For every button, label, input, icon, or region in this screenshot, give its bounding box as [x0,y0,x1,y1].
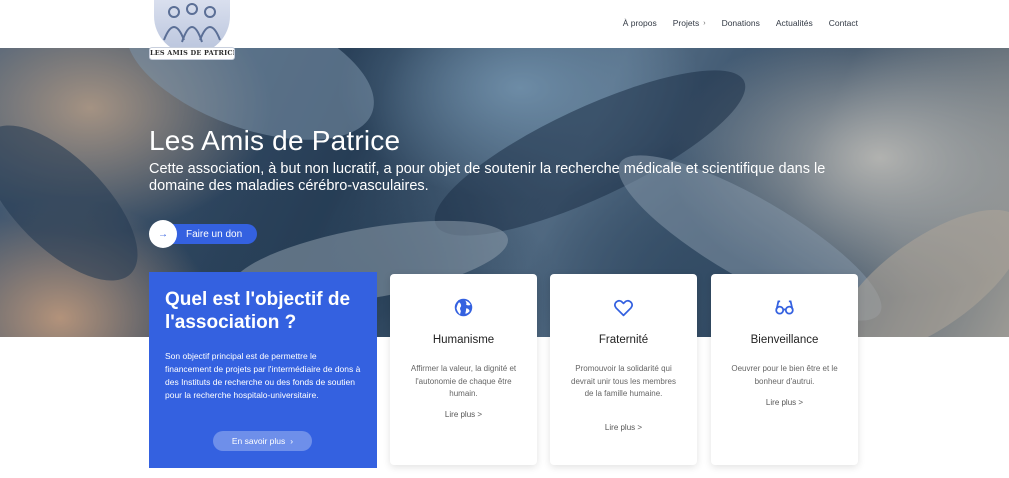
chevron-right-icon: › [703,19,706,27]
card-title: Fraternité [598,334,649,346]
logo-text: LES AMIS DE PATRICE [149,47,235,60]
value-card-fraternite: Fraternité Promouvoir la solidarité qui … [550,274,697,465]
value-card-humanisme: Humanisme Affirmer la valeur, la dignité… [390,274,537,465]
nav-item-actualites[interactable]: Actualités [776,18,813,28]
main-nav: À propos Projets › Donations Actualités C… [623,18,858,28]
page: LES AMIS DE PATRICE À propos Projets › Do… [0,0,1009,478]
logo-emblem [154,0,230,54]
chevron-right-icon: › [290,436,294,446]
nav-item-donations[interactable]: Donations [722,18,760,28]
donate-button-label: Faire un don [186,228,243,240]
objective-card: Quel est l'objectif de l'association ? S… [149,272,377,468]
globe-icon [454,298,473,317]
objective-title: Quel est l'objectif de l'association ? [165,289,351,333]
people-icon [163,3,221,43]
hero-subtitle: Cette association, à but non lucratif, a… [149,161,826,194]
nav-item-contact[interactable]: Contact [829,18,858,28]
objective-text: Son objectif principal est de permettre … [165,351,361,400]
card-text: Affirmer la valeur, la dignité et l'auto… [410,364,517,398]
nav-label: À propos [622,18,657,28]
read-more-link[interactable]: Lire plus > [550,423,697,432]
nav-label: Projets [672,18,700,28]
hero-title: Les Amis de Patrice [149,125,401,156]
card-text: Promouvoir la solidarité qui devrait uni… [571,364,676,398]
learn-more-label: En savoir plus [231,436,286,446]
card-text: Oeuvrer pour le bien être et le bonheur … [731,364,838,386]
nav-label: Donations [721,18,760,28]
heart-icon [613,299,634,317]
learn-more-button[interactable]: En savoir plus › [213,431,312,451]
arrow-right-icon: → [149,220,177,248]
nav-label: Actualités [775,18,813,28]
read-more-link[interactable]: Lire plus > [390,410,537,419]
glasses-icon [775,300,794,315]
site-logo[interactable]: LES AMIS DE PATRICE [149,0,235,60]
value-card-bienveillance: Bienveillance Oeuvrer pour le bien être … [711,274,858,465]
nav-label: Contact [828,18,858,28]
read-more-link[interactable]: Lire plus > [711,398,858,407]
nav-item-a-propos[interactable]: À propos [623,18,657,28]
card-title: Humanisme [432,334,495,346]
donate-button[interactable]: → Faire un don [149,220,257,248]
site-header: LES AMIS DE PATRICE À propos Projets › Do… [0,0,1009,60]
nav-item-projets[interactable]: Projets › [673,18,706,28]
card-title: Bienveillance [750,334,819,346]
